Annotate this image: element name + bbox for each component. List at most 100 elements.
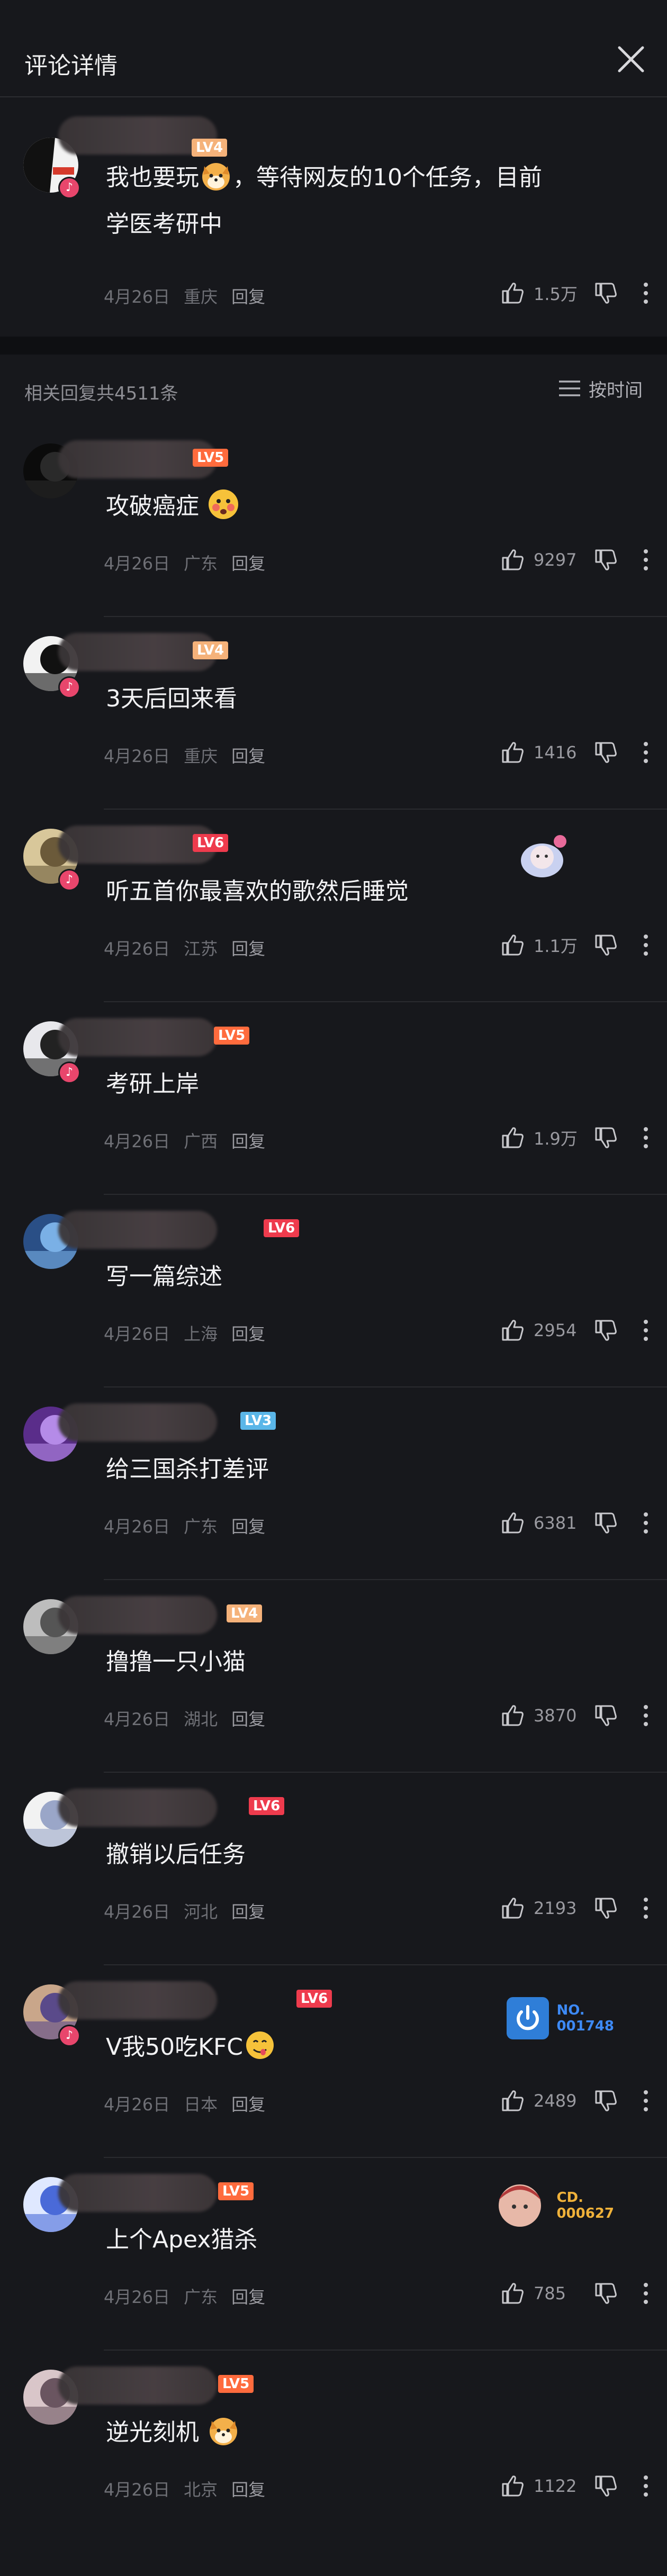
comment-date: 4月26日 (104, 1324, 170, 1344)
thumbs-up-icon[interactable] (499, 1317, 526, 1344)
username-redacted (58, 1981, 217, 2019)
reply-button[interactable]: 回复 (231, 1706, 265, 1730)
thumbs-up-icon[interactable] (499, 1894, 526, 1922)
reply-button[interactable]: 回复 (231, 2477, 265, 2501)
comment-text: 我也要玩 ，等待网友的10个任务，目前 学医考研中 (106, 155, 542, 248)
thumbs-down-icon[interactable] (592, 1124, 619, 1151)
more-options-icon[interactable] (641, 546, 651, 574)
comment-meta: 4月26日 上海 回复 (104, 1321, 265, 1345)
more-options-icon[interactable] (641, 1702, 651, 1729)
thumbs-down-icon[interactable] (592, 1702, 619, 1729)
comment-text: 考研上岸 (106, 1060, 199, 1108)
comment-actions: 1416 (499, 737, 651, 768)
reply-button[interactable]: 回复 (231, 936, 265, 960)
thumbs-up-icon[interactable] (499, 2280, 526, 2307)
comment-location: 重庆 (184, 287, 218, 307)
avatar-badge: ♪ (58, 177, 80, 199)
username-redacted (58, 1789, 217, 1827)
comment-date: 4月26日 (104, 2480, 170, 2500)
like-count: 1.9万 (534, 1129, 578, 1149)
like-count: 2489 (534, 2091, 577, 2111)
level-badge: LV5 (218, 2182, 254, 2200)
reply-button[interactable]: 回复 (231, 743, 265, 767)
level-badge: LV4 (227, 1604, 263, 1622)
thumbs-down-icon[interactable] (592, 931, 619, 959)
reply-button[interactable]: 回复 (231, 550, 265, 575)
reply-comment: ♪ LV5 考研上岸 4月26日 广西 回复 1.9万 (0, 1002, 667, 1195)
thumbs-up-icon[interactable] (499, 279, 526, 307)
more-options-icon[interactable] (641, 739, 651, 766)
more-options-icon[interactable] (641, 931, 651, 959)
thumbs-up-icon[interactable] (499, 931, 526, 959)
thumbs-up-icon[interactable] (499, 546, 526, 574)
reply-button[interactable]: 回复 (231, 1128, 265, 1153)
comment-location: 重庆 (184, 746, 218, 766)
comment-date: 4月26日 (104, 1131, 170, 1151)
comment-actions: 2954 (499, 1314, 651, 1346)
level-badge: LV6 (249, 1797, 285, 1815)
reply-comment: LV5 上个Apex猎杀 4月26日 广东 回复 785 CD. 000627 (0, 2158, 667, 2351)
more-options-icon[interactable] (641, 1894, 651, 1922)
reply-button[interactable]: 回复 (231, 2091, 265, 2116)
thumbs-down-icon[interactable] (592, 739, 619, 766)
thumbs-down-icon[interactable] (592, 546, 619, 574)
reply-button[interactable]: 回复 (231, 2284, 265, 2308)
fan-number: CD. 000627 (556, 2190, 614, 2221)
comment-date: 4月26日 (104, 746, 170, 766)
level-badge: LV4 (193, 641, 229, 659)
comment-text: 撤销以后任务 (106, 1831, 246, 1879)
comment-meta: 4月26日 日本 回复 (104, 2091, 265, 2116)
thumbs-up-icon[interactable] (499, 1509, 526, 1537)
flushed-face-icon (209, 489, 238, 519)
comment-actions: 1.5万 (499, 277, 651, 309)
reply-comment: ♪ LV4 3天后回来看 4月26日 重庆 回复 1416 (0, 617, 667, 810)
comment-actions: 6381 (499, 1507, 651, 1539)
more-options-icon[interactable] (641, 1509, 651, 1537)
thumbs-down-icon[interactable] (592, 1509, 619, 1537)
reply-button[interactable]: 回复 (231, 1321, 265, 1345)
thumbs-down-icon[interactable] (592, 2087, 619, 2115)
reply-button[interactable]: 回复 (231, 1899, 265, 1923)
thumbs-down-icon[interactable] (592, 279, 619, 307)
comment-date: 4月26日 (104, 287, 170, 307)
close-icon[interactable] (616, 44, 646, 74)
more-options-icon[interactable] (641, 279, 651, 307)
comment-text-content: 考研上岸 (106, 1071, 199, 1097)
comment-text-content: 撸撸一只小猫 (106, 1648, 246, 1675)
comment-text: 3天后回来看 (106, 675, 237, 723)
thumbs-up-icon[interactable] (499, 739, 526, 766)
comment-text-content: 攻破癌症 (106, 493, 199, 520)
username-redacted (58, 1596, 217, 1634)
more-options-icon[interactable] (641, 2472, 651, 2500)
more-options-icon[interactable] (641, 2087, 651, 2115)
main-comment: ♪ LV4 我也要玩 ，等待网友的10个任务，目前 学医考研中 4月26日 重庆 … (0, 97, 667, 335)
more-options-icon[interactable] (641, 2280, 651, 2307)
thumbs-down-icon[interactable] (592, 1317, 619, 1344)
comment-actions: 3870 (499, 1700, 651, 1731)
like-count: 2954 (534, 1320, 577, 1340)
level-badge: LV6 (296, 1990, 332, 2008)
comment-date: 4月26日 (104, 2287, 170, 2307)
thumbs-down-icon[interactable] (592, 2472, 619, 2500)
comment-text: 逆光刻机 (106, 2409, 240, 2456)
sort-toggle[interactable]: 按时间 (558, 376, 643, 401)
comment-text-content: 撤销以后任务 (106, 1841, 246, 1868)
thumbs-up-icon[interactable] (499, 1124, 526, 1151)
sort-label: 按时间 (589, 379, 643, 401)
like-count: 2193 (534, 1898, 577, 1918)
thumbs-up-icon[interactable] (499, 1702, 526, 1729)
avatar-badge: ♪ (58, 676, 80, 699)
reply-button[interactable]: 回复 (231, 284, 265, 308)
comment-actions: 9297 (499, 544, 651, 576)
more-options-icon[interactable] (641, 1124, 651, 1151)
thumbs-down-icon[interactable] (592, 1894, 619, 1922)
thumbs-down-icon[interactable] (592, 2280, 619, 2307)
thumbs-up-icon[interactable] (499, 2087, 526, 2115)
comment-location: 广东 (184, 1517, 218, 1537)
comment-actions: 785 (499, 2278, 651, 2309)
reply-button[interactable]: 回复 (231, 1513, 265, 1538)
shiba-dog-icon (202, 163, 230, 191)
more-options-icon[interactable] (641, 1317, 651, 1344)
sort-icon (559, 380, 580, 396)
thumbs-up-icon[interactable] (499, 2472, 526, 2500)
